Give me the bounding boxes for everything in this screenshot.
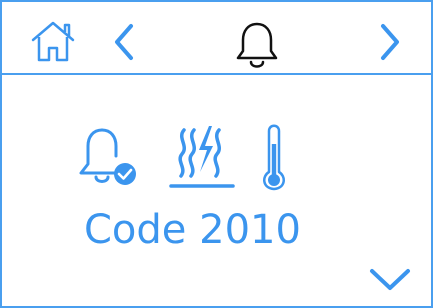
bell-icon: [235, 20, 279, 70]
thermometer-icon: [259, 122, 289, 192]
chevron-right-icon: [381, 24, 399, 60]
chevron-left-icon: [115, 24, 133, 60]
home-button[interactable]: [31, 20, 79, 62]
display-screen: Code 2010: [0, 0, 433, 308]
next-button[interactable]: [376, 22, 404, 62]
error-code-text: Code 2010: [84, 207, 301, 253]
chevron-down-icon: [370, 269, 410, 290]
scroll-down-button[interactable]: [367, 264, 413, 294]
heating-element-icon: [167, 122, 237, 192]
top-navigation-bar: [2, 2, 431, 75]
bell-check-icon: [76, 124, 142, 190]
home-icon: [31, 21, 75, 62]
previous-button[interactable]: [110, 22, 138, 62]
